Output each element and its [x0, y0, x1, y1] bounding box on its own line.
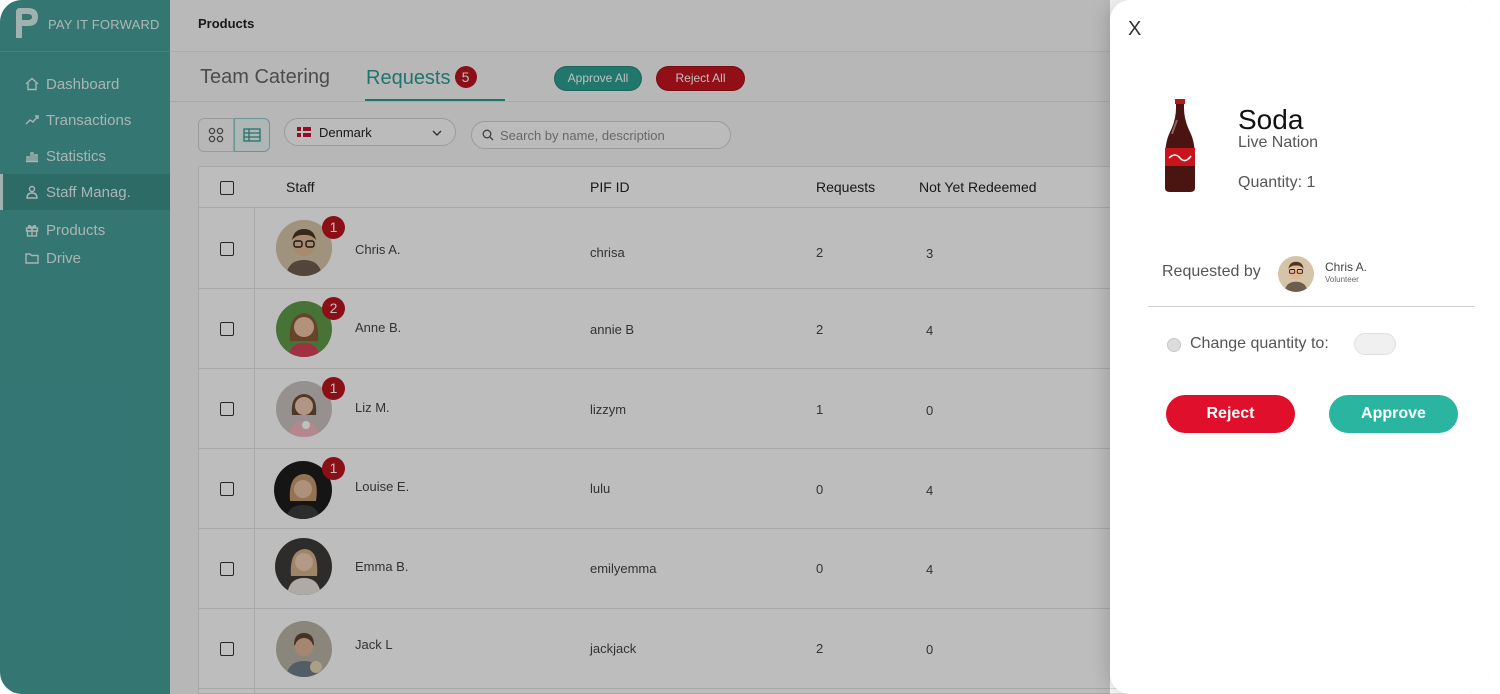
panel-divider	[1148, 306, 1475, 307]
approve-button[interactable]: Approve	[1329, 395, 1458, 433]
change-quantity-label: Change quantity to:	[1190, 335, 1329, 352]
requester-role: Volunteer	[1325, 275, 1359, 284]
reject-button[interactable]: Reject	[1166, 395, 1295, 433]
requested-by-label: Requested by	[1162, 263, 1261, 280]
quantity-input[interactable]	[1354, 333, 1396, 355]
close-button[interactable]: X	[1128, 18, 1141, 41]
change-quantity-radio[interactable]	[1167, 338, 1181, 352]
app-window: PAY IT FORWARD Dashboard Transactions St…	[0, 0, 1490, 694]
requester-avatar	[1278, 256, 1314, 292]
product-venue: Live Nation	[1238, 134, 1319, 151]
modal-backdrop[interactable]	[0, 0, 1110, 694]
request-detail-panel: X Soda Live Nation Quantity: 1 Requested…	[1110, 0, 1490, 694]
product-name: Soda	[1238, 104, 1304, 135]
requester-name: Chris A.	[1325, 260, 1368, 274]
soda-bottle-image	[1165, 99, 1195, 192]
product-quantity: Quantity: 1	[1238, 174, 1316, 191]
